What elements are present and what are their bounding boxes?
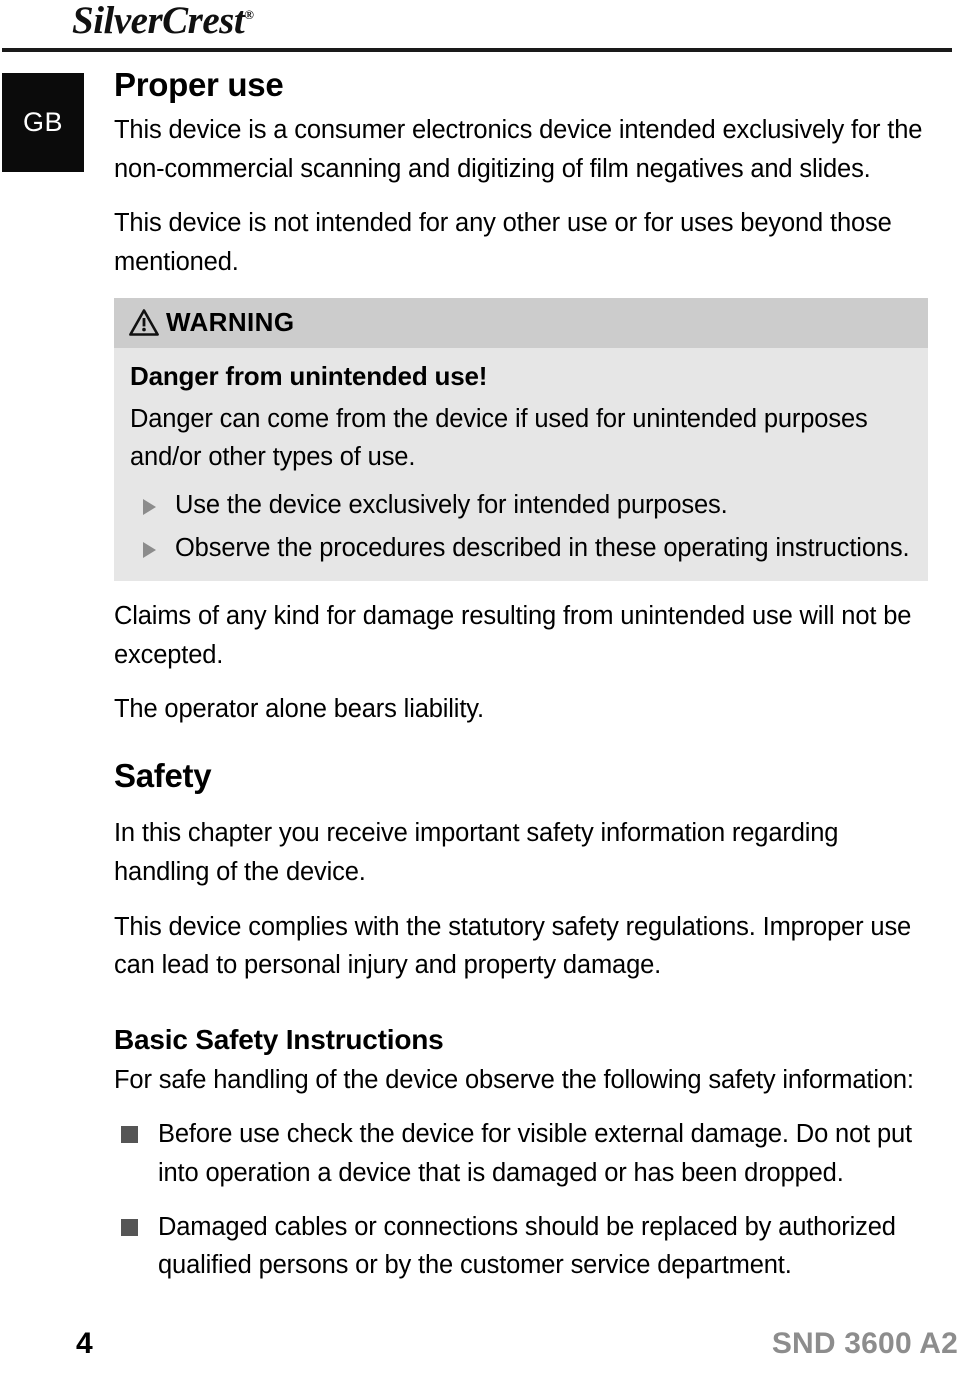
list-item-text: Damaged cables or connections should be … bbox=[158, 1212, 896, 1280]
country-badge-label: GB bbox=[22, 107, 63, 137]
warning-label: WARNING bbox=[166, 307, 295, 338]
warning-paragraph: Danger can come from the device if used … bbox=[130, 404, 868, 472]
basic-safety-list: Before use check the device for visible … bbox=[114, 1115, 928, 1284]
list-item: Observe the procedures described in thes… bbox=[130, 529, 912, 567]
intro-paragraph-2: This device is not intended for any othe… bbox=[114, 209, 892, 277]
page-number: 4 bbox=[76, 1327, 93, 1360]
square-bullet-icon bbox=[121, 1126, 138, 1144]
warning-action-list: Use the device exclusively for intended … bbox=[130, 486, 912, 567]
list-item-text: Observe the procedures described in thes… bbox=[175, 533, 910, 562]
arrow-bullet-icon bbox=[143, 499, 156, 516]
header-divider bbox=[2, 48, 952, 52]
silvercrest-logo: SilverCrest® bbox=[72, 0, 254, 43]
logo-text-silver: Silver bbox=[72, 0, 163, 42]
arrow-bullet-icon bbox=[143, 541, 156, 558]
page-title: Proper use bbox=[114, 66, 284, 103]
square-bullet-icon bbox=[121, 1218, 138, 1236]
safety-section-title: Safety bbox=[114, 757, 212, 795]
model-label: SND 3600 A2 bbox=[771, 1327, 958, 1360]
warning-heading: Danger from unintended use! bbox=[130, 360, 488, 391]
safety-paragraph-2: This device complies with the statutory … bbox=[114, 912, 912, 980]
list-item: Before use check the device for visible … bbox=[114, 1115, 928, 1192]
logo-text-crest: Crest bbox=[162, 0, 245, 42]
registered-trademark-icon: ® bbox=[244, 7, 254, 22]
after-warning-paragraph-2: The operator alone bears liability. bbox=[114, 695, 484, 724]
list-item: Use the device exclusively for intended … bbox=[130, 486, 912, 524]
safety-paragraph-1: In this chapter you receive important sa… bbox=[114, 819, 839, 886]
warning-body: Danger from unintended use! Danger can c… bbox=[114, 348, 928, 581]
basic-safety-title: Basic Safety Instructions bbox=[114, 1024, 444, 1056]
list-item: Damaged cables or connections should be … bbox=[114, 1208, 928, 1285]
intro-paragraph-1: This device is a consumer electronics de… bbox=[114, 115, 923, 183]
after-warning-paragraph-1: Claims of any kind for damage resulting … bbox=[114, 601, 912, 669]
list-item-text: Use the device exclusively for intended … bbox=[175, 491, 728, 520]
warning-triangle-icon bbox=[129, 309, 159, 337]
warning-callout: WARNING Danger from unintended use! Dang… bbox=[114, 297, 928, 581]
warning-header: WARNING bbox=[114, 297, 928, 348]
country-badge-gb: GB bbox=[2, 73, 84, 172]
list-item-text: Before use check the device for visible … bbox=[158, 1120, 912, 1187]
page-content: Proper use This device is a consumer ele… bbox=[114, 66, 928, 1284]
basic-safety-intro: For safe handling of the device observe … bbox=[114, 1065, 914, 1094]
